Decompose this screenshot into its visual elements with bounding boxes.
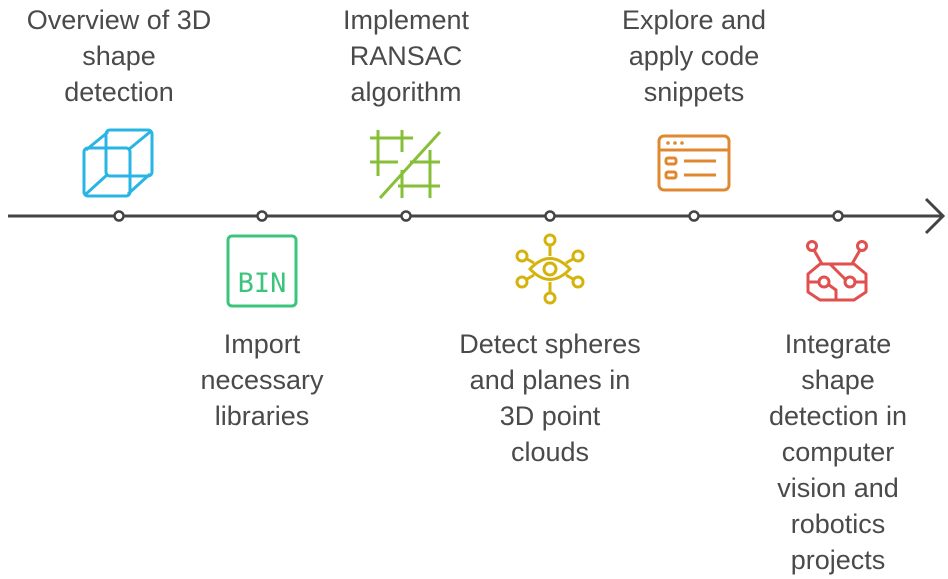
timeline-node [113, 210, 125, 222]
eye-network-icon [515, 233, 585, 305]
timeline-node [544, 210, 556, 222]
timeline-node [400, 210, 412, 222]
step-4-label: Detect spheres and planes in 3D point cl… [459, 329, 641, 467]
timeline-node [832, 210, 844, 222]
step-6-label: Integrate shape detection in computer vi… [768, 329, 908, 575]
svg-text:BIN: BIN [238, 268, 287, 299]
step-5-label: Explore and apply code snippets [621, 5, 767, 107]
browser-list-icon [657, 134, 731, 192]
grid-slash-icon [370, 130, 442, 200]
bin-icon: BIN [226, 234, 298, 308]
timeline-node [688, 210, 700, 222]
step-2-label: Import necessary libraries [200, 329, 324, 431]
cube-icon [82, 128, 154, 198]
step-1-label: Overview of 3D shape detection [26, 5, 212, 107]
step-3-label: Implement RANSAC algorithm [342, 5, 470, 107]
robot-icon [806, 240, 868, 302]
timeline-node [256, 210, 268, 222]
